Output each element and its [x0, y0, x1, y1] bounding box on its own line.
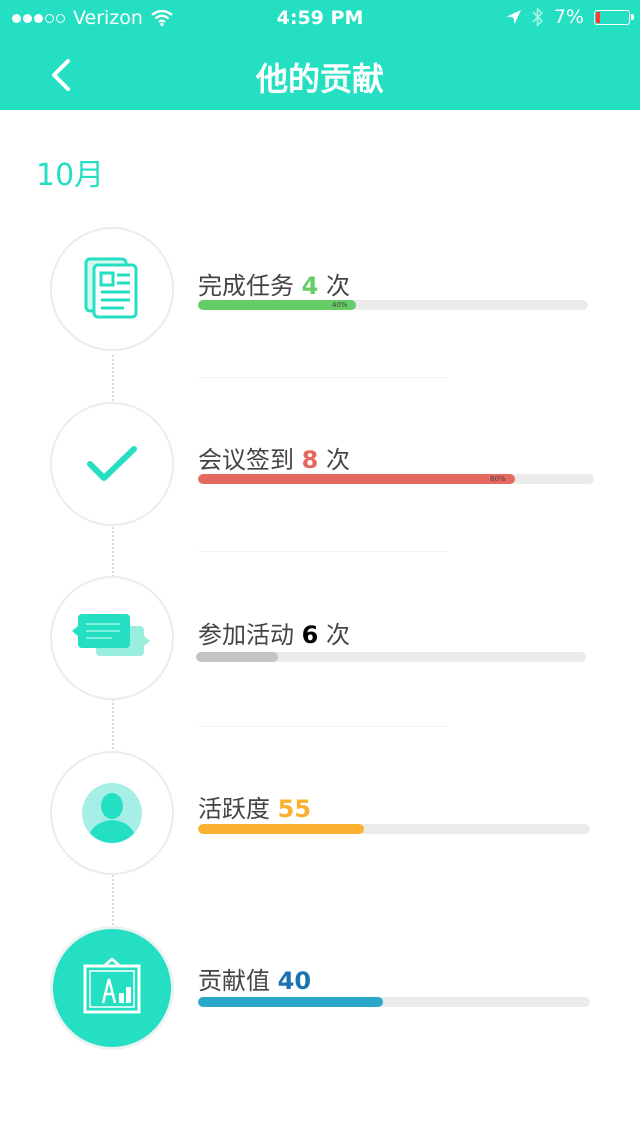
battery-icon	[594, 9, 634, 25]
progress-label: 40%	[332, 301, 348, 309]
item-label-contribution: 贡献值 40	[198, 967, 312, 995]
location-arrow-icon	[506, 10, 521, 24]
count-value: 4	[301, 272, 319, 300]
page-title: 他的贡献	[255, 60, 384, 98]
award-board-icon	[83, 957, 141, 1014]
count-value: 6	[301, 621, 319, 649]
item-label-tasks: 完成任务 4 次	[198, 272, 350, 300]
count-value: 40	[277, 967, 312, 995]
header-bar: Verizon 4:59 PM 7% 他的贡献	[0, 0, 640, 110]
progress-bar-tasks: 40%	[198, 300, 588, 310]
progress-fill	[198, 824, 364, 834]
progress-fill	[198, 474, 515, 484]
status-bar: Verizon 4:59 PM 7%	[0, 0, 640, 36]
document-icon	[84, 257, 138, 319]
meeting-icon-circle	[50, 402, 174, 526]
progress-bar-activities	[196, 652, 586, 662]
progress-bar-meetings: 80%	[198, 474, 594, 484]
nav-bar: 他的贡献	[0, 40, 640, 110]
progress-fill	[198, 997, 383, 1007]
divider	[198, 377, 448, 378]
progress-fill	[196, 652, 278, 662]
task-icon-circle	[50, 227, 174, 351]
chat-bubbles-icon	[72, 614, 150, 656]
progress-label: 80%	[490, 475, 506, 483]
checkmark-icon	[87, 446, 137, 481]
item-label-activeness: 活跃度 55	[198, 795, 312, 823]
status-right: 7%	[506, 6, 634, 28]
activity-icon-circle	[50, 576, 174, 700]
progress-bar-contribution	[198, 997, 590, 1007]
item-label-meetings: 会议签到 8 次	[198, 446, 350, 474]
progress-bar-activeness	[198, 824, 590, 834]
bluetooth-icon	[532, 7, 544, 27]
count-value: 55	[277, 795, 312, 823]
battery-percent: 7%	[553, 6, 584, 28]
divider	[198, 726, 448, 727]
activeness-icon-circle	[50, 751, 174, 875]
contribution-icon-circle	[50, 926, 174, 1050]
month-label: 10月	[36, 158, 105, 193]
person-icon	[82, 783, 142, 843]
item-label-activities: 参加活动 6 次	[198, 621, 350, 649]
divider	[198, 551, 448, 552]
count-value: 8	[301, 446, 319, 474]
